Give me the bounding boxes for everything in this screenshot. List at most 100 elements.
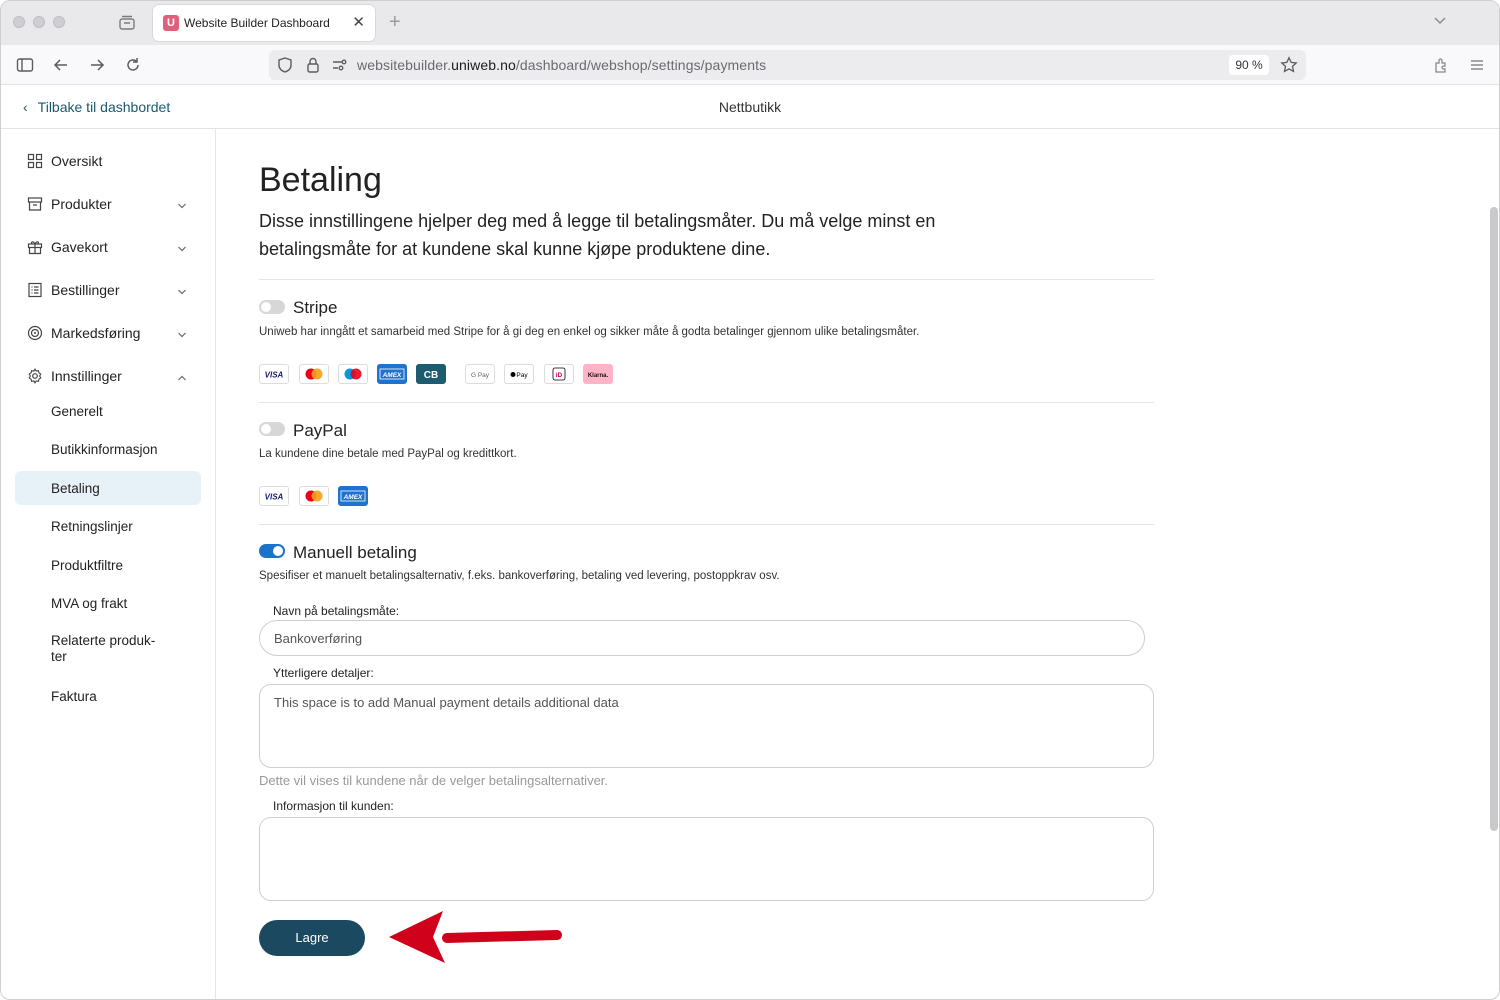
cartes-bancaires-icon: CB <box>416 364 446 384</box>
klarna-label: Klarna. <box>588 373 609 379</box>
sidebar-subitem-label: Betaling <box>51 481 100 496</box>
lock-icon[interactable] <box>303 55 323 75</box>
sidebar-subitem-related-products[interactable]: Relaterte produk- ter <box>15 625 201 669</box>
applepay-label: Pay <box>516 372 528 379</box>
reload-icon[interactable] <box>123 55 143 75</box>
uniweb-favicon-icon: U <box>163 15 179 31</box>
payment-name-value: Bankoverføring <box>274 631 363 646</box>
payment-name-label: Navn på betalingsmåte: <box>273 604 400 618</box>
sidebar-subitem-general[interactable]: Generelt <box>15 394 201 428</box>
header-title: Nettbutikk <box>718 99 782 115</box>
address-bar[interactable]: websitebuilder.uniweb.no/dashboard/websh… <box>269 50 1306 80</box>
visa-label: VISA <box>265 493 284 502</box>
page-title: Betaling <box>259 161 382 199</box>
scrollbar[interactable] <box>1490 207 1498 831</box>
new-tab-icon[interactable]: + <box>389 11 401 34</box>
browser-toolbar: websitebuilder.uniweb.no/dashboard/websh… <box>1 45 1499 85</box>
amex-label: AMEX <box>382 372 402 379</box>
close-tab-icon[interactable]: ✕ <box>352 13 365 31</box>
close-window-dot[interactable] <box>13 16 25 28</box>
grid-icon <box>27 153 43 169</box>
sidebar-subitem-vat-shipping[interactable]: MVA og frakt <box>15 586 201 620</box>
zoom-window-dot[interactable] <box>53 16 65 28</box>
sidebar-subitem-store-info[interactable]: Butikkinformasjon <box>15 432 201 466</box>
details-textarea[interactable]: This space is to add Manual payment deta… <box>259 684 1154 768</box>
payment-name-input[interactable]: Bankoverføring <box>259 620 1145 656</box>
paypal-description: La kundene dine betale med PayPal og kre… <box>259 448 517 460</box>
sidebar-toggle-icon[interactable] <box>15 55 35 75</box>
url-text: websitebuilder.uniweb.no/dashboard/websh… <box>357 57 766 73</box>
stripe-toggle[interactable] <box>259 300 285 314</box>
details-label: Ytterligere detaljer: <box>273 666 374 680</box>
paypal-toggle[interactable] <box>259 422 285 436</box>
menu-icon[interactable] <box>1467 55 1487 75</box>
gear-icon <box>27 368 43 384</box>
sidebar-subitem-product-filters[interactable]: Produktfiltre <box>15 548 201 582</box>
details-value: This space is to add Manual payment deta… <box>274 695 619 710</box>
sidebar-item-giftcards[interactable]: Gavekort <box>15 230 201 264</box>
sidebar-item-marketing[interactable]: Markedsføring <box>15 316 201 350</box>
site-permissions-icon[interactable] <box>329 55 349 75</box>
bookmark-star-icon[interactable] <box>1279 55 1299 75</box>
stripe-description: Uniweb har inngått et samarbeid med Stri… <box>259 326 920 338</box>
divider <box>259 524 1154 525</box>
sidebar: Oversikt Produkter Gavekort Bestillinger… <box>1 129 216 999</box>
chevron-down-icon <box>177 198 187 209</box>
amex-label: AMEX <box>343 494 363 501</box>
chevron-down-icon <box>177 241 187 252</box>
visa-label: VISA <box>265 371 284 380</box>
tab-overview-icon[interactable] <box>117 13 137 33</box>
page-description: Disse innstillingene hjelper deg med å l… <box>259 211 936 259</box>
sidebar-item-label: Innstillinger <box>51 368 122 384</box>
forward-arrow-icon[interactable] <box>87 55 107 75</box>
amex-icon: AMEX <box>377 364 407 384</box>
extensions-icon[interactable] <box>1431 55 1451 75</box>
gift-icon <box>27 239 43 255</box>
url-path: /dashboard/webshop/settings/payments <box>515 57 767 73</box>
chevron-down-icon[interactable] <box>1433 13 1447 27</box>
zoom-level-badge[interactable]: 90 % <box>1229 55 1269 75</box>
manual-payment-title: Manuell betaling <box>293 543 417 562</box>
cb-label: CB <box>424 370 438 381</box>
manual-payment-toggle[interactable] <box>259 544 285 558</box>
url-prefix: websitebuilder. <box>357 57 452 73</box>
sidebar-subitem-label: Generelt <box>51 404 103 419</box>
sidebar-item-label: Produkter <box>51 196 112 212</box>
sidebar-subitem-invoice[interactable]: Faktura <box>15 679 201 713</box>
divider <box>259 402 1154 403</box>
save-button[interactable]: Lagre <box>259 920 365 956</box>
tab-bar: U Website Builder Dashboard ✕ + <box>1 1 1499 45</box>
customer-info-label: Informasjon til kunden: <box>273 799 394 813</box>
sidebar-item-label: Markedsføring <box>51 325 141 341</box>
minimize-window-dot[interactable] <box>33 16 45 28</box>
sidebar-subitem-label: Produktfiltre <box>51 558 124 573</box>
ideal-label: iD <box>556 372 563 379</box>
browser-tab[interactable]: U Website Builder Dashboard ✕ <box>153 5 375 41</box>
google-pay-icon: G Pay <box>465 364 495 384</box>
klarna-icon: Klarna. <box>583 364 613 384</box>
visa-card-icon: VISA <box>259 364 289 384</box>
sidebar-item-orders[interactable]: Bestillinger <box>15 273 201 307</box>
sidebar-item-overview[interactable]: Oversikt <box>15 144 201 178</box>
annotation-arrow-icon <box>389 911 562 963</box>
paypal-title: PayPal <box>293 421 347 440</box>
visa-card-icon: VISA <box>259 486 289 506</box>
shield-icon[interactable] <box>275 55 295 75</box>
details-hint: Dette vil vises til kundene når de velge… <box>259 773 609 788</box>
target-icon <box>27 325 43 341</box>
sidebar-subitem-policies[interactable]: Retningslinjer <box>15 509 201 543</box>
sidebar-subitem-label: Relaterte produk- ter <box>51 633 156 664</box>
sidebar-subitem-payment[interactable]: Betaling <box>15 471 201 505</box>
chevron-up-icon <box>177 370 187 381</box>
sidebar-item-settings[interactable]: Innstillinger <box>15 359 201 393</box>
tab-title: Website Builder Dashboard <box>184 16 330 30</box>
back-arrow-icon[interactable] <box>51 55 71 75</box>
ideal-icon: iD <box>544 364 574 384</box>
sidebar-subitem-label: Retningslinjer <box>51 519 133 534</box>
sidebar-subitem-label: Butikkinformasjon <box>51 442 158 457</box>
sidebar-item-products[interactable]: Produkter <box>15 187 201 221</box>
chevron-down-icon <box>177 327 187 338</box>
list-icon <box>27 282 43 298</box>
customer-info-textarea[interactable] <box>259 817 1154 901</box>
app-header: ‹ Tilbake til dashbordet Nettbutikk <box>1 85 1499 129</box>
